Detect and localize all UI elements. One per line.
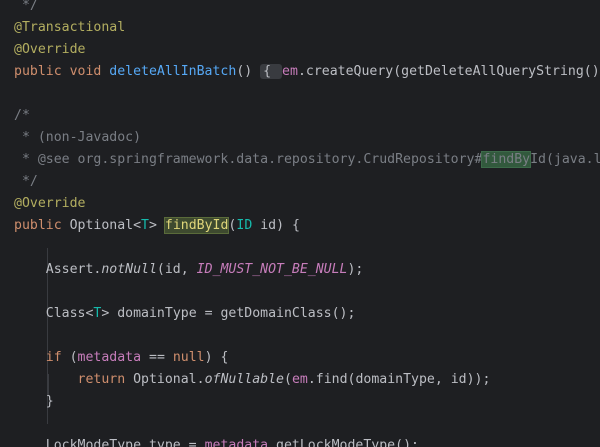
code-token: /* — [14, 108, 30, 123]
code-token: deleteAllInBatch — [109, 64, 237, 79]
code-token: id) { — [252, 218, 300, 233]
code-line[interactable]: */ — [14, 0, 38, 17]
code-token: findById — [163, 217, 230, 234]
code-token: ( — [283, 372, 292, 387]
code-token: metadata — [204, 438, 269, 447]
code-token: T — [141, 218, 149, 233]
code-token: > domainType = getDomainClass(); — [101, 306, 356, 321]
code-token: metadata — [77, 350, 142, 365]
code-token: em — [291, 372, 308, 387]
code-token: ID_MUST_NOT_BE_NULL — [196, 262, 348, 277]
code-token: } — [14, 394, 54, 409]
code-token: (id, — [156, 262, 197, 277]
code-token: ( — [69, 350, 78, 365]
code-line[interactable]: Class<T> domainType = getDomainClass(); — [14, 303, 356, 325]
code-token: ID — [236, 218, 253, 233]
code-line[interactable]: @Transactional — [14, 17, 125, 39]
code-token: */ — [14, 0, 38, 13]
code-token: @Transactional — [14, 20, 126, 35]
code-line[interactable]: @Override — [14, 193, 85, 215]
code-line[interactable]: Assert.notNull(id, ID_MUST_NOT_BE_NULL); — [14, 259, 364, 281]
code-token: em — [282, 64, 298, 79]
code-line[interactable]: * (non-Javadoc) — [14, 127, 141, 149]
code-line[interactable]: return Optional.ofNullable(em.find(domai… — [14, 369, 491, 391]
code-token: ); — [347, 262, 364, 277]
code-token: Optional. — [133, 372, 205, 387]
code-line[interactable]: if (metadata == null) { — [14, 347, 229, 369]
code-token: .createQuery(getDeleteAllQueryString()). — [297, 64, 600, 79]
code-token: LockModeType type = — [14, 438, 205, 447]
code-line[interactable]: LockModeType type = metadata.getLockMode… — [14, 435, 419, 447]
code-token: ofNullable — [204, 372, 284, 387]
code-token: if — [45, 350, 70, 365]
code-token: () — [236, 64, 261, 79]
code-token: ) { — [204, 350, 229, 365]
code-line[interactable]: */ — [14, 171, 38, 193]
code-token: public — [14, 64, 70, 79]
code-token: .getLockModeType(); — [268, 438, 419, 447]
code-token: @Override — [14, 42, 86, 57]
code-token: */ — [14, 174, 38, 189]
code-token: Optional< — [69, 218, 142, 233]
code-line[interactable]: * @see org.springframework.data.reposito… — [14, 149, 600, 171]
code-token: return — [77, 372, 134, 387]
code-line[interactable]: /* — [14, 105, 30, 127]
code-line[interactable]: public Optional<T> findById(ID id) { — [14, 215, 300, 237]
code-line[interactable]: } — [14, 391, 54, 413]
code-token: .find(domainType, id)); — [307, 372, 491, 387]
code-token: Id(java.lang.Object) — [530, 152, 600, 167]
code-token: Assert. — [14, 262, 102, 277]
code-token: == — [141, 350, 173, 365]
code-token: public — [14, 218, 70, 233]
code-token: > — [149, 218, 165, 233]
code-token: findBy — [481, 151, 532, 168]
code-token: void — [69, 64, 110, 79]
code-token: Class< — [14, 306, 94, 321]
code-token: notNull — [101, 262, 157, 277]
code-token: { — [260, 64, 283, 79]
code-token: * (non-Javadoc) — [14, 130, 142, 145]
code-line[interactable]: public void deleteAllInBatch() { em.crea… — [14, 61, 600, 83]
code-token: @Override — [14, 196, 86, 211]
code-token: * @see org.springframework.data.reposito… — [14, 152, 483, 167]
code-token: null — [172, 350, 205, 365]
code-editor[interactable]: */ @Transactional @Override public void del… — [0, 0, 600, 447]
code-line[interactable]: @Override — [14, 39, 85, 61]
